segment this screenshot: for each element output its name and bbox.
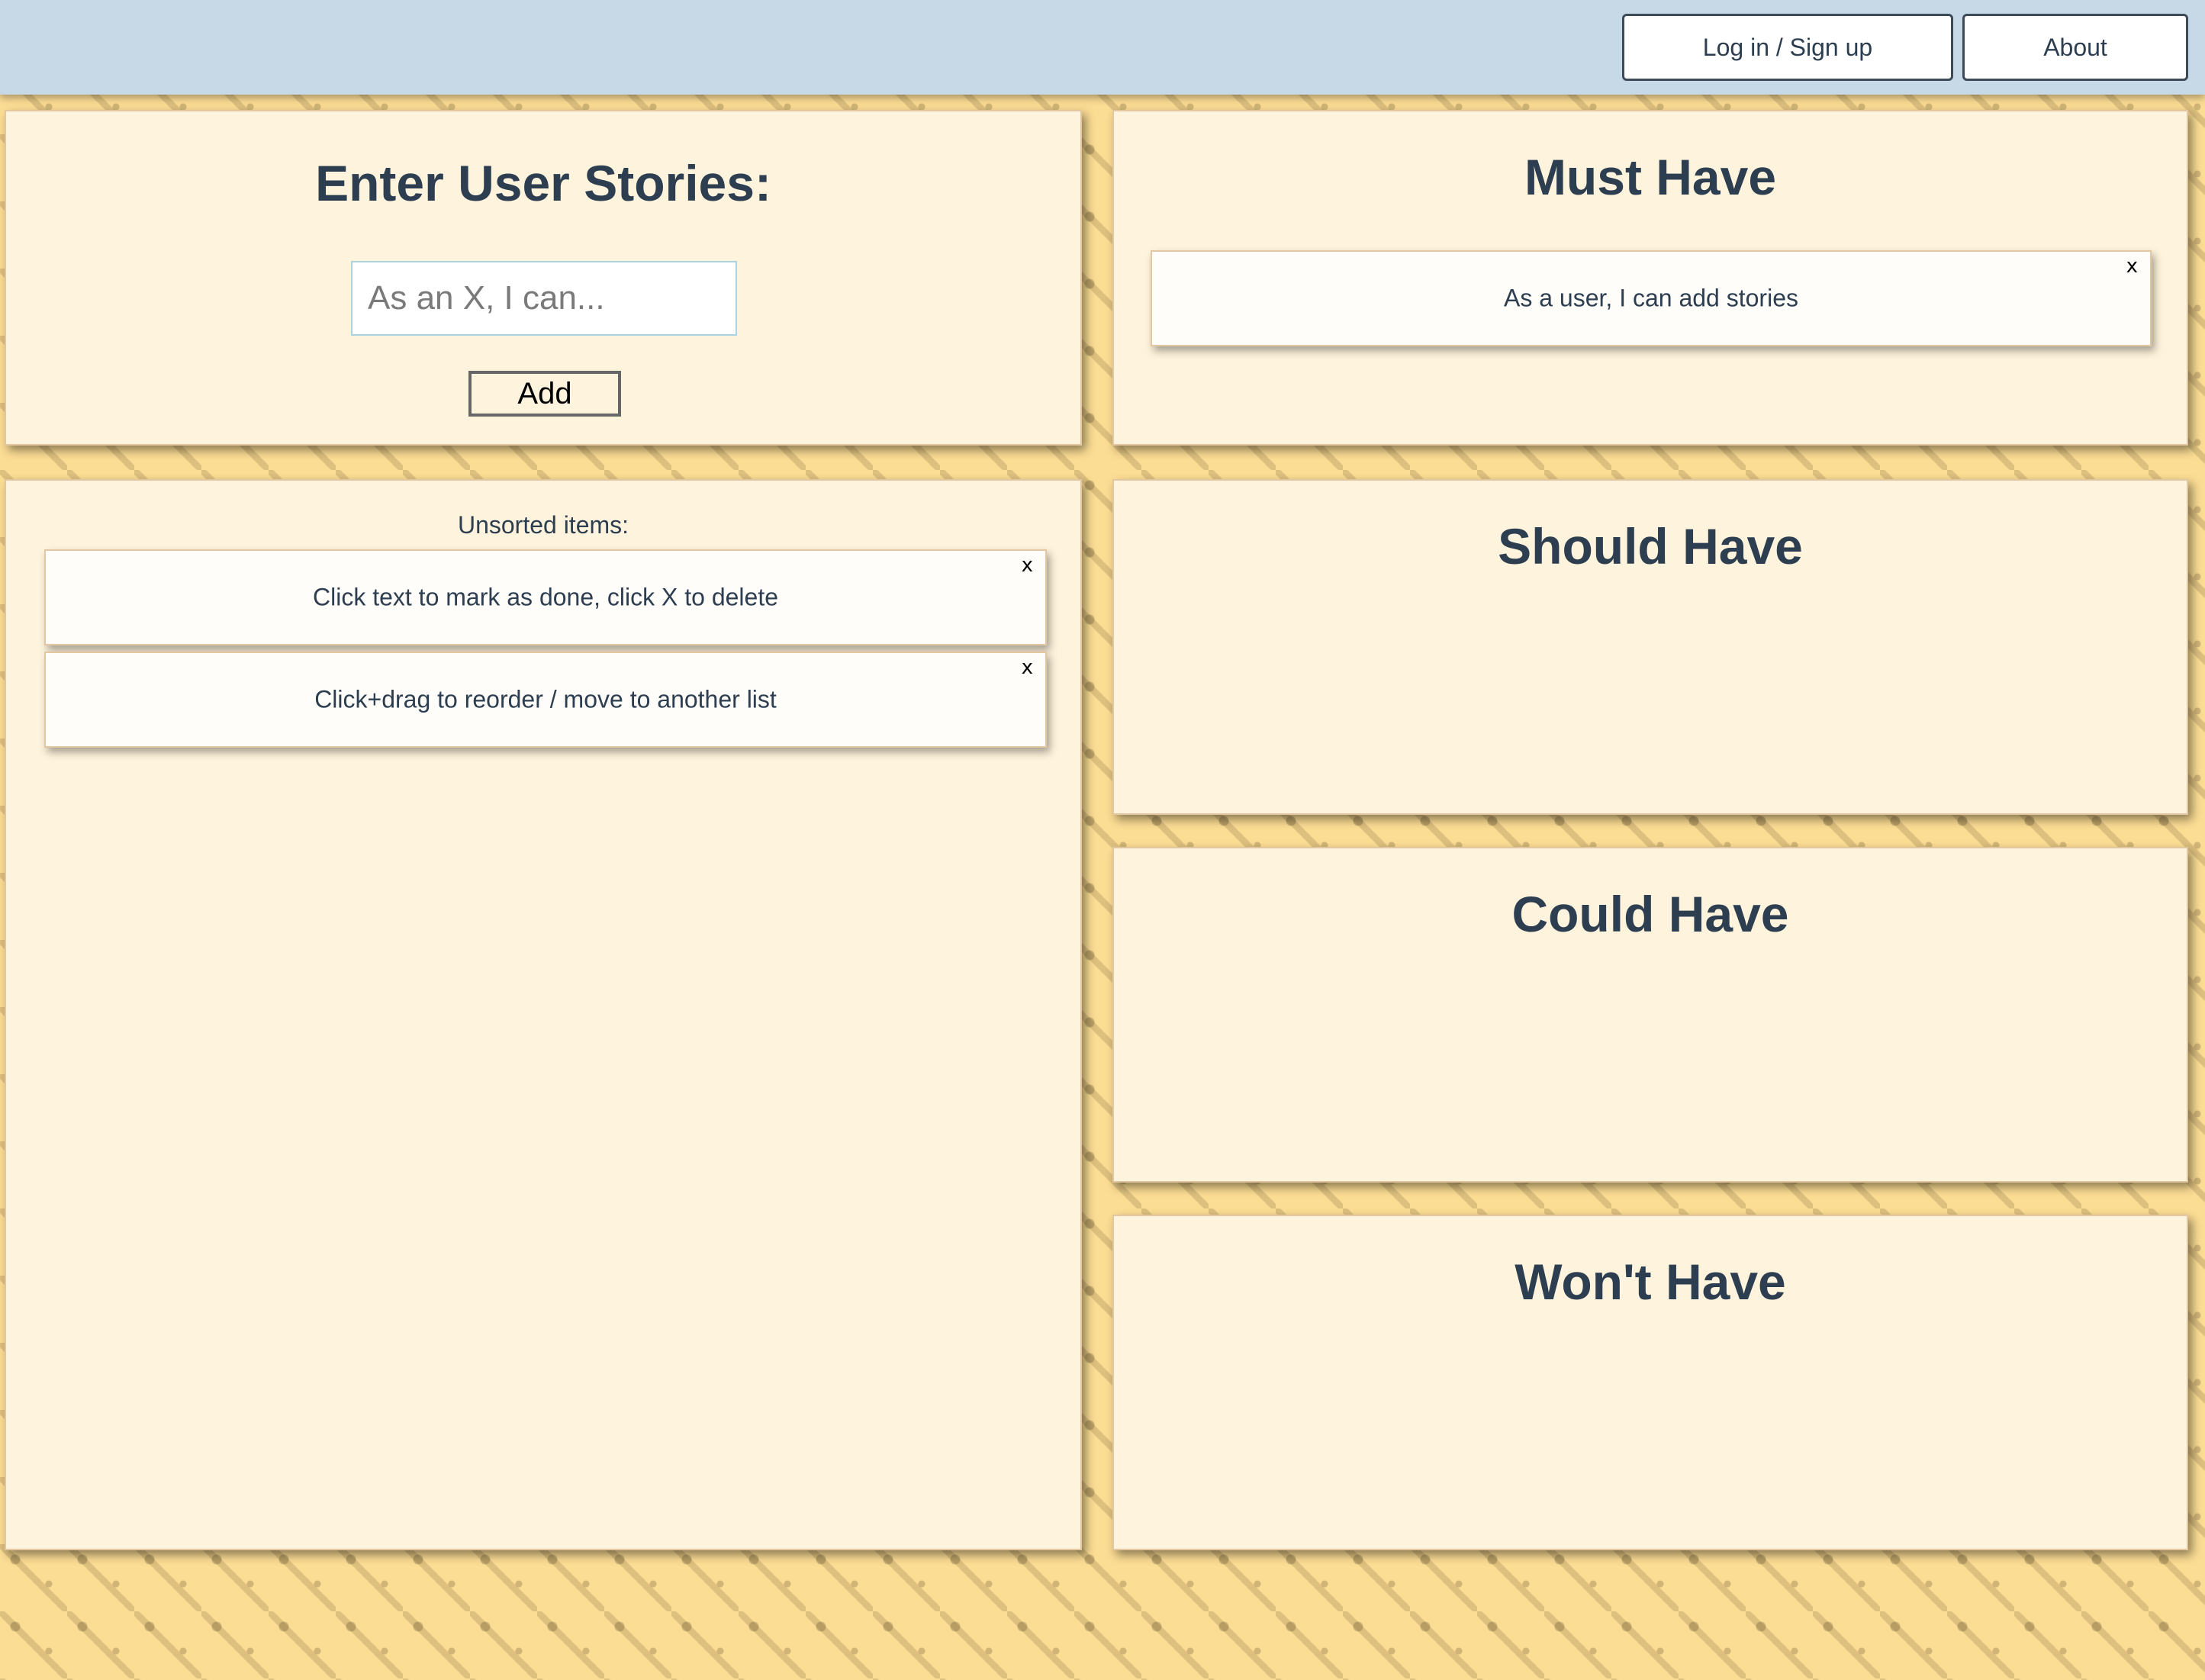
story-card-text[interactable]: Click+drag to reorder / move to another … [46,686,1045,714]
enter-stories-panel: Enter User Stories: Add [5,110,1082,446]
delete-story-button[interactable]: x [1022,554,1033,577]
story-card[interactable]: As a user, I can add stories x [1151,250,2152,346]
about-button[interactable]: About [1962,14,2188,81]
unsorted-label: Unsorted items: [457,511,629,539]
could-have-panel: Could Have [1112,847,2188,1183]
story-card-text[interactable]: Click text to mark as done, click X to d… [46,584,1045,612]
could-have-title: Could Have [1511,886,1789,942]
should-have-panel: Should Have [1112,479,2188,815]
delete-story-button[interactable]: x [1022,656,1033,679]
must-have-panel: Must Have As a user, I can add stories x [1112,110,2188,446]
enter-stories-title: Enter User Stories: [315,155,771,211]
story-input[interactable] [351,261,737,336]
unsorted-panel: Unsorted items: Click text to mark as do… [5,479,1082,1550]
story-card[interactable]: Click text to mark as done, click X to d… [44,549,1047,645]
delete-story-button[interactable]: x [2126,255,2138,278]
add-button[interactable]: Add [468,371,621,417]
story-card[interactable]: Click+drag to reorder / move to another … [44,652,1047,748]
top-navbar: Log in / Sign up About [0,0,2205,95]
must-have-title: Must Have [1524,149,1777,205]
login-signup-button[interactable]: Log in / Sign up [1622,14,1953,81]
story-card-text[interactable]: As a user, I can add stories [1152,285,2150,313]
wont-have-title: Won't Have [1515,1254,1786,1310]
should-have-title: Should Have [1498,518,1803,574]
wont-have-panel: Won't Have [1112,1215,2188,1550]
